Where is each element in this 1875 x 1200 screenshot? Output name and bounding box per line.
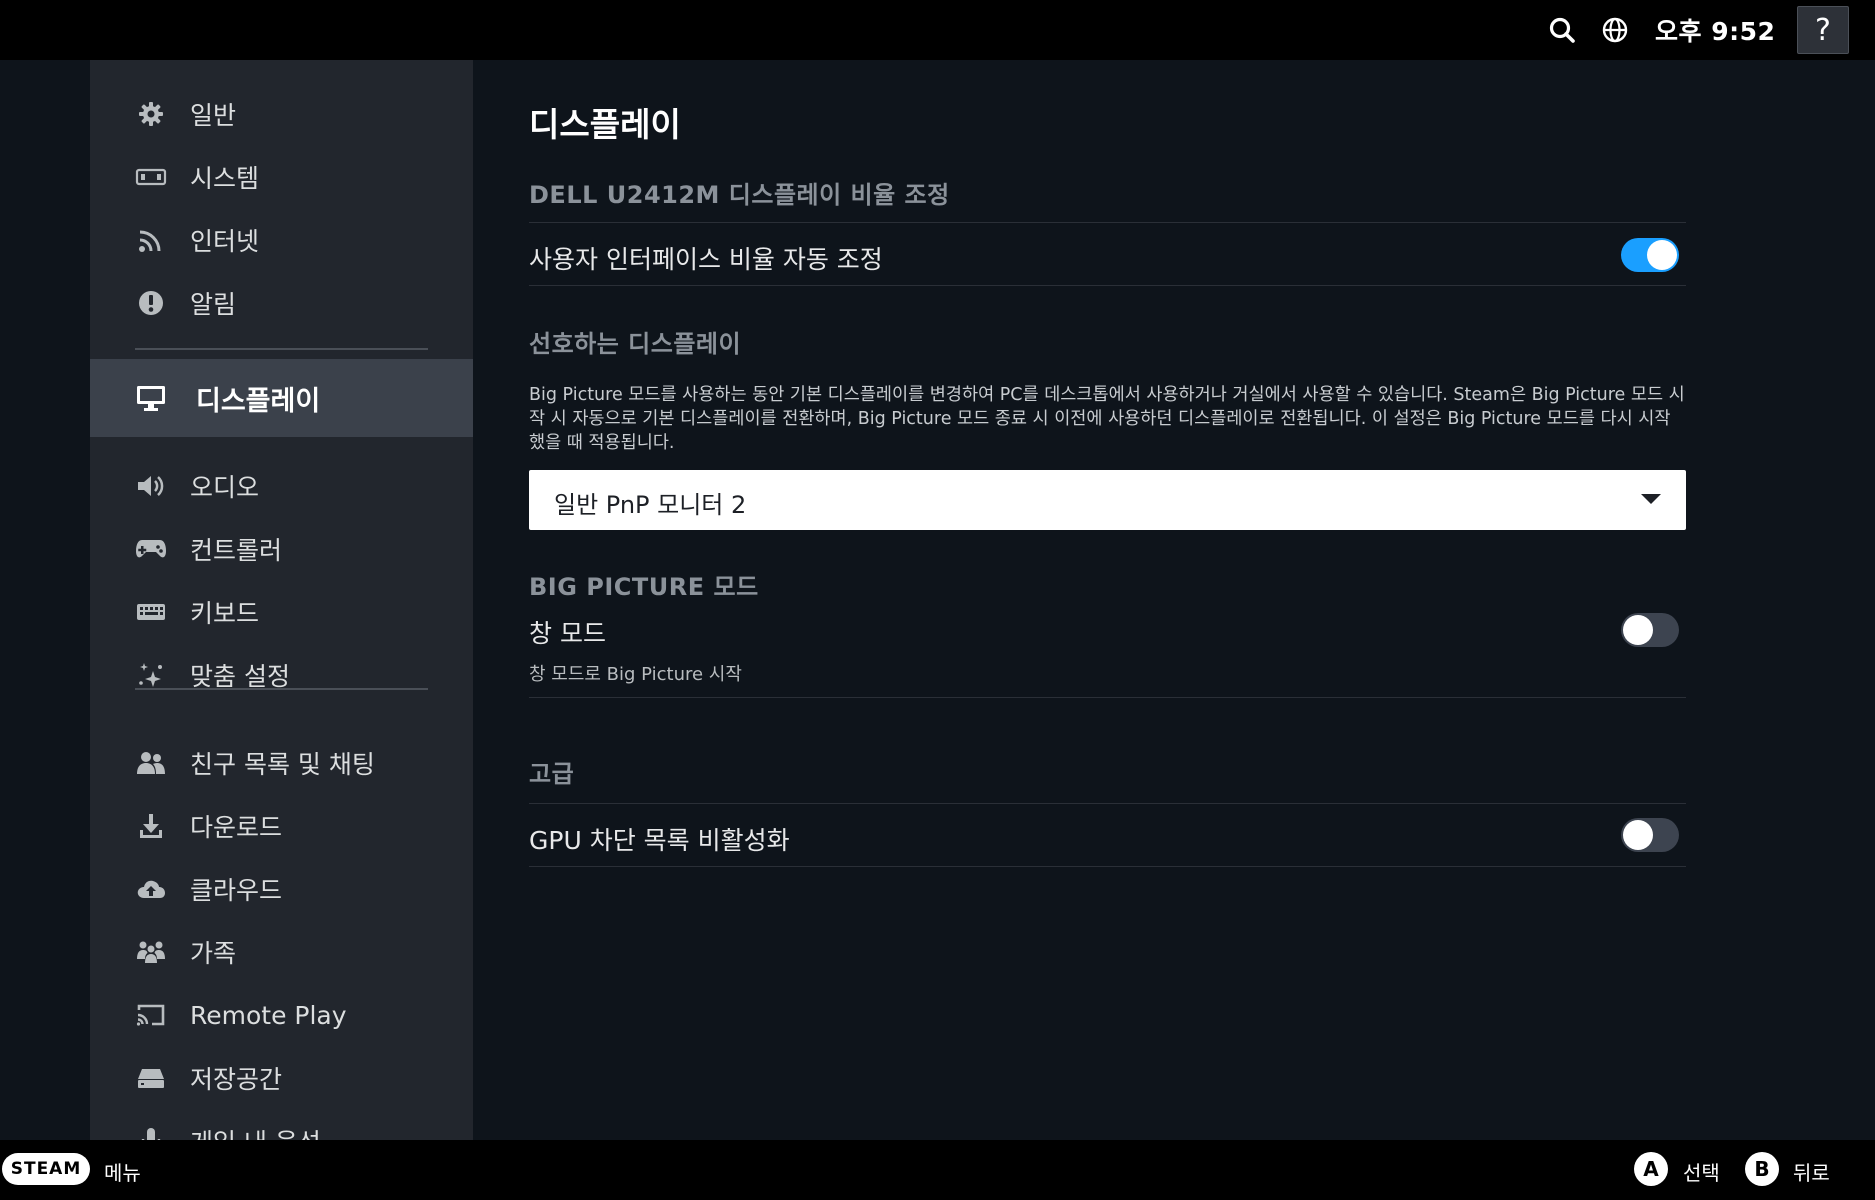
- sidebar-item-label: 키보드: [190, 599, 260, 628]
- sidebar-item-remote-play[interactable]: Remote Play: [90, 984, 473, 1046]
- sidebar-item-label: 저장공간: [190, 1065, 283, 1094]
- sidebar-item-label: 인터넷: [190, 227, 260, 256]
- preferred-display-dropdown[interactable]: 일반 PnP 모니터 2: [529, 470, 1686, 530]
- section-header-advanced: 고급: [529, 760, 575, 788]
- menu-label[interactable]: 메뉴: [104, 1157, 141, 1186]
- sidebar-item-label: 컨트롤러: [190, 536, 283, 565]
- family-icon: [134, 935, 168, 969]
- b-button-icon: B: [1745, 1152, 1779, 1186]
- gpu-blocklist-toggle[interactable]: [1621, 818, 1679, 852]
- sidebar-divider: [135, 348, 428, 350]
- sidebar-item-label: 친구 목록 및 채팅: [190, 750, 375, 779]
- sidebar-divider: [135, 688, 428, 690]
- sidebar-item-controller[interactable]: 컨트롤러: [90, 518, 473, 580]
- sidebar-item-system[interactable]: 시스템: [90, 146, 473, 208]
- divider: [529, 803, 1686, 804]
- toggle-knob: [1623, 615, 1653, 645]
- chevron-down-icon: [1640, 491, 1662, 510]
- sidebar-item-label: 디스플레이: [196, 385, 321, 417]
- sidebar-item-label: 클라우드: [190, 876, 283, 905]
- sidebar-item-alerts[interactable]: 알림: [90, 272, 473, 334]
- steam-button[interactable]: STEAM: [2, 1153, 90, 1185]
- monitor-icon: [134, 381, 168, 415]
- sidebar-item-keyboard[interactable]: 키보드: [90, 581, 473, 643]
- gear-icon: [134, 97, 168, 131]
- divider: [529, 866, 1686, 867]
- top-bar: 오후 9:52 ?: [0, 0, 1875, 60]
- toggle-knob: [1647, 240, 1677, 270]
- sidebar-item-audio[interactable]: 오디오: [90, 455, 473, 517]
- preferred-display-description: Big Picture 모드를 사용하는 동안 기본 디스플레이를 변경하여 P…: [529, 385, 1685, 453]
- divider: [529, 697, 1686, 698]
- bottom-bar: STEAM 메뉴 A 선택 B 뒤로: [0, 1140, 1875, 1200]
- window-mode-description: 창 모드로 Big Picture 시작: [529, 664, 742, 685]
- sidebar-item-family[interactable]: 가족: [90, 921, 473, 983]
- sidebar-item-label: 오디오: [190, 473, 260, 502]
- section-header-preferred: 선호하는 디스플레이: [529, 330, 742, 358]
- sidebar-item-storage[interactable]: 저장공간: [90, 1047, 473, 1109]
- speaker-icon: [134, 469, 168, 503]
- sidebar-item-label: Remote Play: [190, 1000, 347, 1030]
- wifi-icon: [134, 223, 168, 257]
- page-title: 디스플레이: [529, 105, 681, 144]
- download-icon: [134, 809, 168, 843]
- sidebar-item-label: 시스템: [190, 164, 260, 193]
- section-header-scale: DELL U2412M 디스플레이 비율 조정: [529, 181, 950, 209]
- search-icon[interactable]: [1546, 14, 1578, 46]
- a-button-icon: A: [1634, 1152, 1668, 1186]
- sidebar-item-label: 가족: [190, 939, 237, 968]
- sidebar-item-display[interactable]: 디스플레이: [90, 359, 473, 437]
- window-mode-label: 창 모드: [529, 619, 606, 648]
- window-mode-toggle[interactable]: [1621, 613, 1679, 647]
- help-button[interactable]: ?: [1797, 6, 1849, 54]
- friends-icon: [134, 746, 168, 780]
- divider: [529, 222, 1686, 223]
- sidebar-item-internet[interactable]: 인터넷: [90, 209, 473, 271]
- sidebar-item-label: 다운로드: [190, 813, 283, 842]
- gamepad-icon: [134, 532, 168, 566]
- sidebar-item-customize[interactable]: 맞춤 설정: [90, 644, 473, 706]
- keyboard-icon: [134, 595, 168, 629]
- cast-icon: [134, 998, 168, 1032]
- sidebar: 일반 시스템 인터넷 알림 디스플레이 오디오 컨트롤러 키보드 맞춤 설정 친…: [90, 60, 473, 1157]
- settings-panel: 디스플레이 DELL U2412M 디스플레이 비율 조정 사용자 인터페이스 …: [529, 60, 1686, 1140]
- clock: 오후 9:52: [1655, 17, 1776, 46]
- gpu-blocklist-label: GPU 차단 목록 비활성화: [529, 826, 790, 855]
- sidebar-item-cloud[interactable]: 클라우드: [90, 858, 473, 920]
- globe-icon[interactable]: [1599, 14, 1631, 46]
- auto-scale-toggle[interactable]: [1621, 238, 1679, 272]
- toggle-knob: [1623, 820, 1653, 850]
- back-label[interactable]: 뒤로: [1793, 1157, 1830, 1186]
- alert-icon: [134, 286, 168, 320]
- dropdown-value: 일반 PnP 모니터 2: [554, 491, 747, 519]
- cloud-icon: [134, 872, 168, 906]
- sparkle-icon: [134, 658, 168, 692]
- sidebar-item-general[interactable]: 일반: [90, 83, 473, 145]
- sidebar-item-downloads[interactable]: 다운로드: [90, 795, 473, 857]
- select-label[interactable]: 선택: [1683, 1157, 1720, 1186]
- sidebar-item-friends[interactable]: 친구 목록 및 채팅: [90, 732, 473, 794]
- storage-icon: [134, 1061, 168, 1095]
- divider: [529, 285, 1686, 286]
- section-header-bigpicture: BIG PICTURE 모드: [529, 573, 759, 601]
- auto-scale-label: 사용자 인터페이스 비율 자동 조정: [529, 245, 883, 274]
- sidebar-item-label: 일반: [190, 101, 237, 130]
- system-icon: [134, 160, 168, 194]
- sidebar-item-label: 알림: [190, 290, 237, 319]
